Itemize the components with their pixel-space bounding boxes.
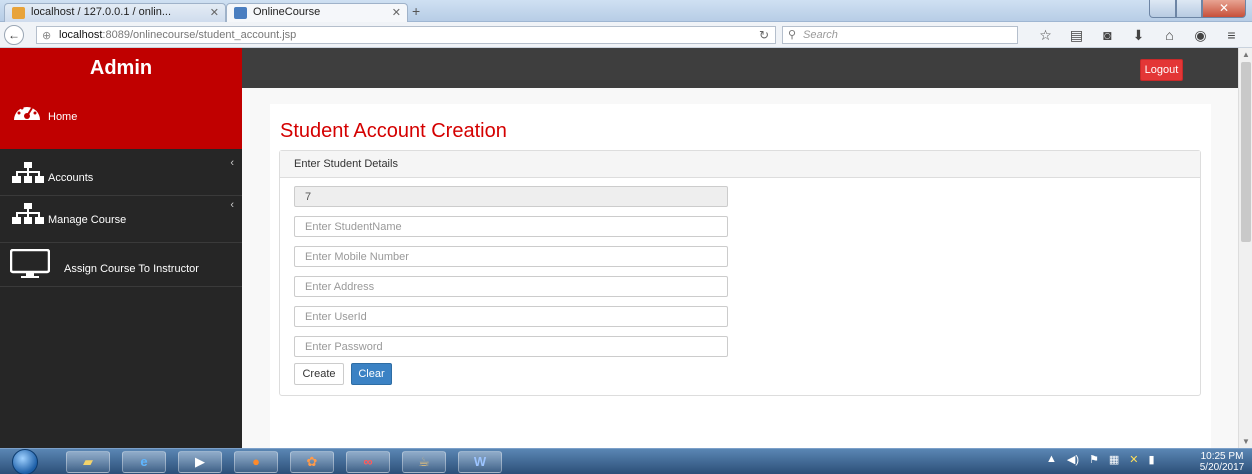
firefox-icon[interactable]: ●	[234, 451, 278, 473]
password-input[interactable]: Enter Password	[294, 336, 728, 357]
alert-icon[interactable]: ✕	[1129, 453, 1138, 466]
web-page: Admin Home Accounts ‹ Manage Course ‹ As…	[0, 48, 1238, 448]
reload-icon[interactable]: ↻	[759, 28, 769, 42]
scroll-up-icon[interactable]: ▲	[1242, 50, 1250, 59]
explorer-icon[interactable]: ▰	[66, 451, 110, 473]
tab-title: OnlineCourse	[253, 6, 321, 18]
internet-explorer-icon[interactable]: e	[122, 451, 166, 473]
phpmyadmin-favicon-icon	[12, 7, 25, 19]
network-icon[interactable]: ▦	[1109, 453, 1119, 466]
close-window-button[interactable]: ✕	[1202, 0, 1246, 18]
minimize-button[interactable]	[1149, 0, 1176, 18]
scroll-down-icon[interactable]: ▼	[1242, 437, 1250, 446]
sidebar-item-assign-course[interactable]: Assign Course To Instructor	[0, 243, 242, 287]
sidebar-brand: Admin	[0, 48, 242, 88]
dashboard-icon	[12, 100, 42, 125]
sidebar-item-label: Home	[48, 111, 78, 123]
sidebar-item-manage-course[interactable]: Manage Course ‹	[0, 196, 242, 243]
tab-phpmyadmin[interactable]: localhost / 127.0.0.1 / onlin... ✕	[4, 3, 226, 22]
xampp-icon[interactable]: ✿	[290, 451, 334, 473]
student-id-field[interactable]: 7	[294, 186, 728, 207]
reading-list-icon[interactable]: ▤	[1061, 26, 1092, 44]
chevron-left-icon: ‹	[230, 157, 234, 169]
media-player-icon[interactable]: ▶	[178, 451, 222, 473]
volume-icon[interactable]: ◀)	[1067, 453, 1079, 466]
url-host: localhost	[59, 29, 103, 41]
tray-expand-icon[interactable]: ▲	[1046, 453, 1057, 466]
system-tray: ▲ ◀) ⚑ ▦ ✕ ▮	[1046, 453, 1155, 466]
sidebar: Admin Home Accounts ‹ Manage Course ‹ As…	[0, 48, 242, 448]
menu-icon[interactable]: ≡	[1216, 26, 1247, 44]
panel-heading: Enter Student Details	[280, 151, 1200, 178]
sidebar-item-home[interactable]: Home	[0, 88, 242, 149]
mobile-number-input[interactable]: Enter Mobile Number	[294, 246, 728, 267]
battery-icon[interactable]: ▮	[1149, 453, 1155, 466]
sitemap-icon	[12, 202, 44, 229]
search-icon: ⚲	[788, 29, 797, 41]
logout-button[interactable]: Logout	[1140, 59, 1183, 81]
search-input[interactable]: ⚲ Search	[782, 26, 1018, 44]
main-content: Student Account Creation Enter Student D…	[270, 104, 1211, 448]
create-button[interactable]: Create	[294, 363, 344, 385]
clock-date: 5/20/2017	[1199, 462, 1245, 473]
student-details-panel: Enter Student Details 7 Enter StudentNam…	[279, 150, 1201, 396]
tab-close-icon[interactable]: ✕	[392, 6, 401, 19]
browser-tab-strip: localhost / 127.0.0.1 / onlin... ✕ Onlin…	[0, 0, 1252, 22]
search-placeholder: Search	[803, 29, 838, 41]
tab-close-icon[interactable]: ✕	[210, 6, 219, 19]
tab-title: localhost / 127.0.0.1 / onlin...	[31, 6, 172, 18]
clock-time: 10:25 PM	[1200, 451, 1244, 462]
sidebar-item-label: Accounts	[48, 172, 94, 184]
browser-nav-bar: ← ⊕ localhost:8089/onlinecourse/student_…	[0, 22, 1252, 48]
clear-button[interactable]: Clear	[351, 363, 392, 385]
back-arrow-icon[interactable]: ←	[4, 25, 24, 45]
chevron-left-icon: ‹	[230, 199, 234, 211]
site-info-icon[interactable]: ⊕	[42, 29, 51, 42]
maximize-button[interactable]	[1176, 0, 1202, 18]
java-app-icon[interactable]: ☕	[402, 451, 446, 473]
home-icon[interactable]: ⌂	[1154, 26, 1185, 44]
word-icon[interactable]: W	[458, 451, 502, 473]
new-tab-icon[interactable]: +	[412, 3, 420, 19]
sidebar-item-accounts[interactable]: Accounts ‹	[0, 149, 242, 196]
address-input[interactable]: Enter Address	[294, 276, 728, 297]
top-navbar	[242, 48, 1238, 88]
page-title: Student Account Creation	[280, 120, 507, 142]
vertical-scrollbar[interactable]: ▲ ▼	[1238, 48, 1252, 448]
eclipse-icon[interactable]: ∞	[346, 451, 390, 473]
download-icon[interactable]: ⬇	[1123, 26, 1154, 44]
bookmark-star-icon[interactable]: ☆	[1030, 26, 1061, 44]
userid-input[interactable]: Enter UserId	[294, 306, 728, 327]
monitor-icon	[9, 248, 51, 282]
student-name-input[interactable]: Enter StudentName	[294, 216, 728, 237]
page-favicon-icon	[234, 7, 247, 19]
url-bar[interactable]: ⊕ localhost:8089/onlinecourse/student_ac…	[36, 26, 776, 44]
window-controls: ✕	[1149, 0, 1246, 18]
pocket-icon[interactable]: ◙	[1092, 26, 1123, 44]
sidebar-item-label: Manage Course	[48, 214, 127, 226]
tab-onlinecourse[interactable]: OnlineCourse ✕	[226, 3, 408, 22]
sidebar-item-label: Assign Course To Instructor	[64, 263, 199, 275]
toolbar-icons: ☆ ▤ ◙ ⬇ ⌂ ◉ ≡	[1030, 26, 1247, 44]
start-button[interactable]	[12, 449, 38, 474]
chat-icon[interactable]: ◉	[1185, 26, 1216, 44]
flag-icon[interactable]: ⚑	[1089, 453, 1099, 466]
scroll-thumb[interactable]	[1241, 62, 1251, 242]
taskbar-clock[interactable]: 10:25 PM 5/20/2017	[1198, 451, 1246, 473]
sitemap-icon	[12, 161, 44, 188]
url-path: :8089/onlinecourse/student_account.jsp	[102, 29, 297, 41]
taskbar: ▰ e ▶ ● ✿ ∞ ☕ W ▲ ◀) ⚑ ▦ ✕ ▮ 10:25 PM 5/…	[0, 448, 1252, 474]
